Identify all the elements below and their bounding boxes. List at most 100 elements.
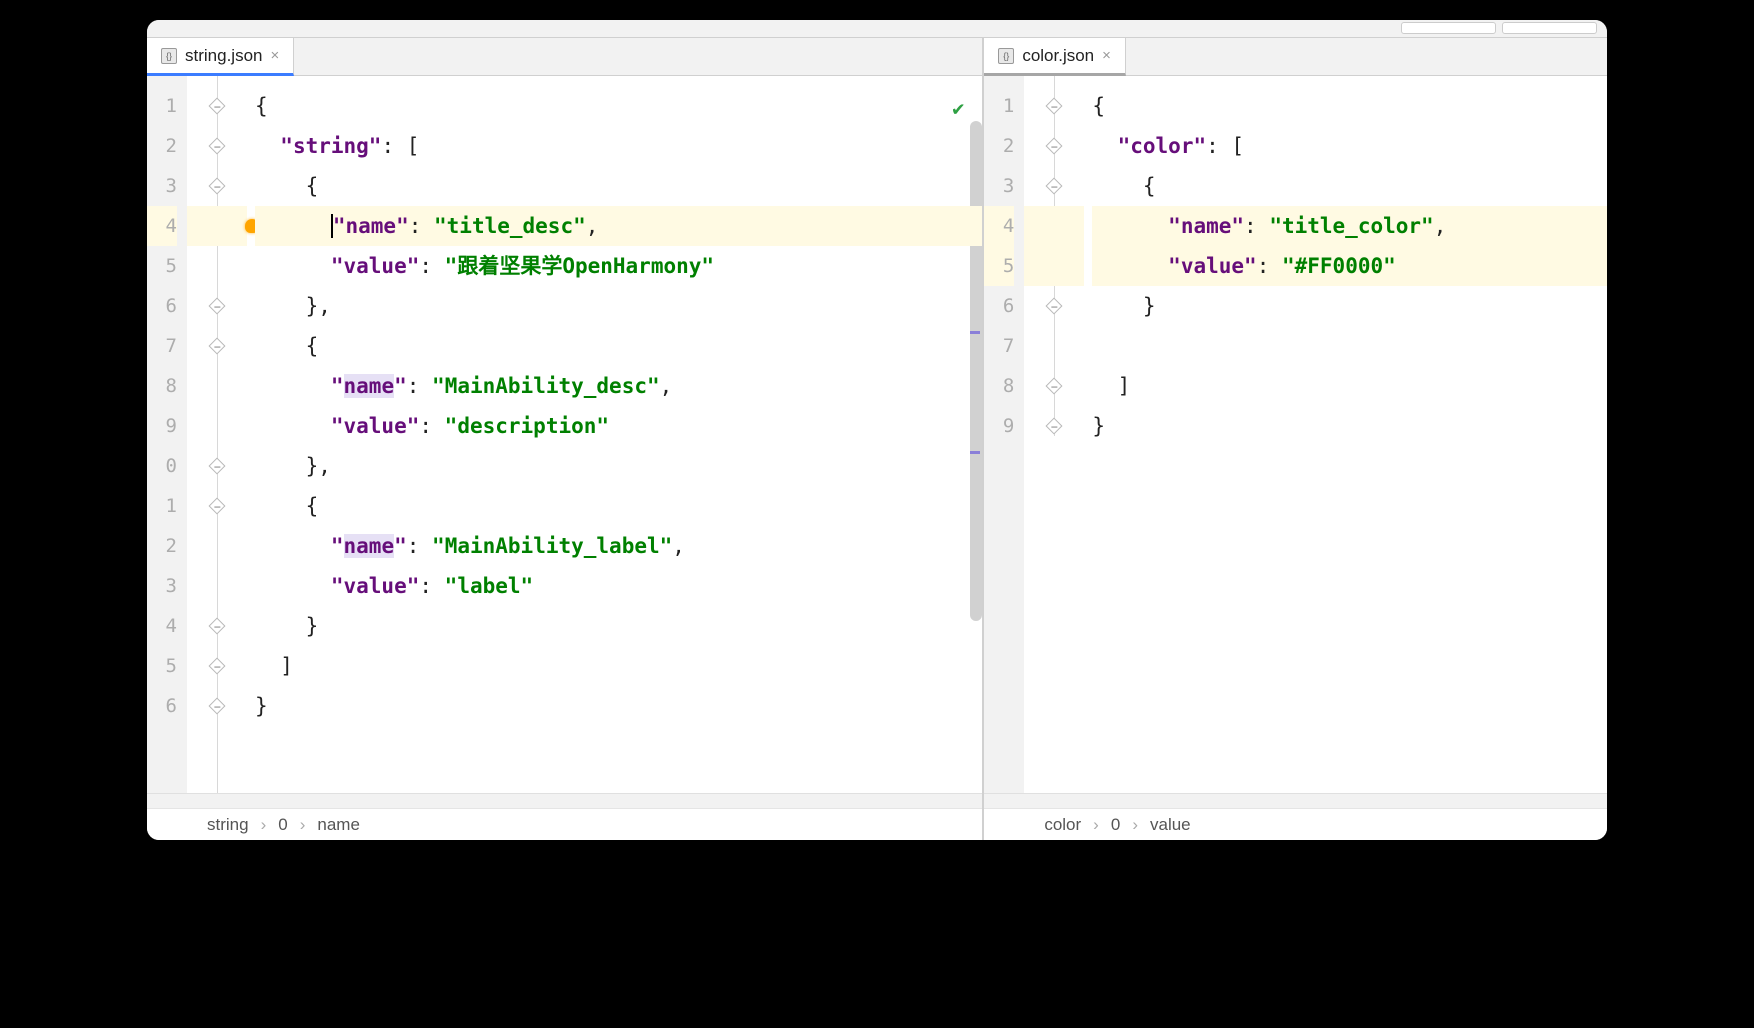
- left-pane: {} string.json × 1 2 3 4 5 6 7 8 9 0 1: [147, 38, 984, 840]
- line-number: 5: [147, 246, 177, 286]
- breadcrumb-item[interactable]: 0: [278, 815, 287, 835]
- code-line[interactable]: {: [1092, 86, 1607, 126]
- code-line[interactable]: "string": [: [255, 126, 982, 166]
- code-line[interactable]: "value": "description": [255, 406, 982, 446]
- fold-toggle-icon[interactable]: [1046, 138, 1063, 155]
- line-number: 6: [147, 686, 177, 726]
- fold-toggle-icon[interactable]: [209, 138, 226, 155]
- line-number: 3: [147, 166, 177, 206]
- code-line[interactable]: [1092, 326, 1607, 366]
- code-line[interactable]: "color": [: [1092, 126, 1607, 166]
- code-line[interactable]: {: [255, 86, 982, 126]
- code-line[interactable]: {: [255, 486, 982, 526]
- line-number: 6: [147, 286, 177, 326]
- toolbar-button[interactable]: [1401, 22, 1496, 34]
- right-pane: {} color.json × 1 2 3 4 5 6 7 8 9: [984, 38, 1607, 840]
- line-number: 3: [984, 166, 1014, 206]
- code-line[interactable]: "name": "MainAbility_desc",: [255, 366, 982, 406]
- code-line[interactable]: ]: [1092, 366, 1607, 406]
- line-number: 4: [147, 206, 177, 246]
- horizontal-scrollbar[interactable]: [147, 793, 982, 808]
- top-toolbar: [147, 20, 1607, 38]
- fold-toggle-icon[interactable]: [209, 658, 226, 675]
- line-number: 5: [984, 246, 1014, 286]
- line-number: 7: [984, 326, 1014, 366]
- chevron-right-icon: ›: [261, 815, 267, 835]
- line-number: 1: [147, 486, 177, 526]
- breadcrumb-item[interactable]: value: [1150, 815, 1191, 835]
- breadcrumb-item[interactable]: name: [317, 815, 360, 835]
- line-number: 6: [984, 286, 1014, 326]
- chevron-right-icon: ›: [1132, 815, 1138, 835]
- fold-toggle-icon[interactable]: [209, 178, 226, 195]
- code-area[interactable]: { "color": [ { "name": "title_color", "v…: [1084, 76, 1607, 793]
- line-number: 2: [147, 526, 177, 566]
- json-file-icon: {}: [161, 48, 177, 64]
- chevron-right-icon: ›: [300, 815, 306, 835]
- tab-string-json[interactable]: {} string.json ×: [147, 38, 294, 76]
- code-line[interactable]: },: [255, 446, 982, 486]
- code-line[interactable]: "value": "#FF0000": [1092, 246, 1607, 286]
- fold-toggle-icon[interactable]: [1046, 418, 1063, 435]
- close-icon[interactable]: ×: [270, 47, 279, 64]
- fold-toggle-icon[interactable]: [209, 618, 226, 635]
- left-editor[interactable]: 1 2 3 4 5 6 7 8 9 0 1 2 3 4 5 6: [147, 76, 982, 793]
- breadcrumb-item[interactable]: 0: [1111, 815, 1120, 835]
- line-number: 4: [984, 206, 1014, 246]
- tab-label: color.json: [1022, 46, 1094, 66]
- tab-bar: {} color.json ×: [984, 38, 1607, 76]
- horizontal-scrollbar[interactable]: [984, 793, 1607, 808]
- code-line[interactable]: "name": "title_color",: [1092, 206, 1607, 246]
- fold-toggle-icon[interactable]: [209, 338, 226, 355]
- fold-toggle-icon[interactable]: [1046, 298, 1063, 315]
- line-number: 8: [147, 366, 177, 406]
- fold-toggle-icon[interactable]: [209, 498, 226, 515]
- breadcrumb-item[interactable]: color: [1044, 815, 1081, 835]
- breadcrumb[interactable]: color › 0 › value: [984, 808, 1607, 840]
- tab-color-json[interactable]: {} color.json ×: [984, 38, 1126, 76]
- fold-column: [1024, 76, 1084, 793]
- code-line[interactable]: {: [1092, 166, 1607, 206]
- gutter: 1 2 3 4 5 6 7 8 9 0 1 2 3 4 5 6: [147, 76, 187, 793]
- line-number: 8: [984, 366, 1014, 406]
- right-editor[interactable]: 1 2 3 4 5 6 7 8 9: [984, 76, 1607, 793]
- code-line[interactable]: {: [255, 326, 982, 366]
- line-number: 2: [984, 126, 1014, 166]
- line-number: 7: [147, 326, 177, 366]
- code-line[interactable]: "value": "label": [255, 566, 982, 606]
- fold-toggle-icon[interactable]: [209, 298, 226, 315]
- code-line[interactable]: }: [1092, 406, 1607, 446]
- split-view: {} string.json × 1 2 3 4 5 6 7 8 9 0 1: [147, 38, 1607, 840]
- line-number: 9: [147, 406, 177, 446]
- code-line[interactable]: }: [1092, 286, 1607, 326]
- code-line[interactable]: "name": "title_desc",: [255, 206, 982, 246]
- fold-column: [187, 76, 247, 793]
- code-area[interactable]: ✔ { "string": [ { "name": "title_desc", …: [247, 76, 982, 793]
- tab-bar: {} string.json ×: [147, 38, 982, 76]
- fold-toggle-icon[interactable]: [209, 698, 226, 715]
- fold-toggle-icon[interactable]: [209, 458, 226, 475]
- breadcrumb[interactable]: string › 0 › name: [147, 808, 982, 840]
- code-line[interactable]: {: [255, 166, 982, 206]
- fold-toggle-icon[interactable]: [1046, 98, 1063, 115]
- fold-toggle-icon[interactable]: [1046, 178, 1063, 195]
- code-line[interactable]: },: [255, 286, 982, 326]
- code-line[interactable]: }: [255, 686, 982, 726]
- fold-toggle-icon[interactable]: [1046, 378, 1063, 395]
- tab-label: string.json: [185, 46, 262, 66]
- code-line[interactable]: }: [255, 606, 982, 646]
- code-line[interactable]: ]: [255, 646, 982, 686]
- code-line[interactable]: "name": "MainAbility_label",: [255, 526, 982, 566]
- breadcrumb-item[interactable]: string: [207, 815, 249, 835]
- json-file-icon: {}: [998, 48, 1014, 64]
- line-number: 1: [984, 86, 1014, 126]
- line-number: 1: [147, 86, 177, 126]
- line-number: 4: [147, 606, 177, 646]
- chevron-right-icon: ›: [1093, 815, 1099, 835]
- line-number: 2: [147, 126, 177, 166]
- fold-toggle-icon[interactable]: [209, 98, 226, 115]
- close-icon[interactable]: ×: [1102, 47, 1111, 64]
- line-number: 5: [147, 646, 177, 686]
- code-line[interactable]: "value": "跟着坚果学OpenHarmony": [255, 246, 982, 286]
- toolbar-button[interactable]: [1502, 22, 1597, 34]
